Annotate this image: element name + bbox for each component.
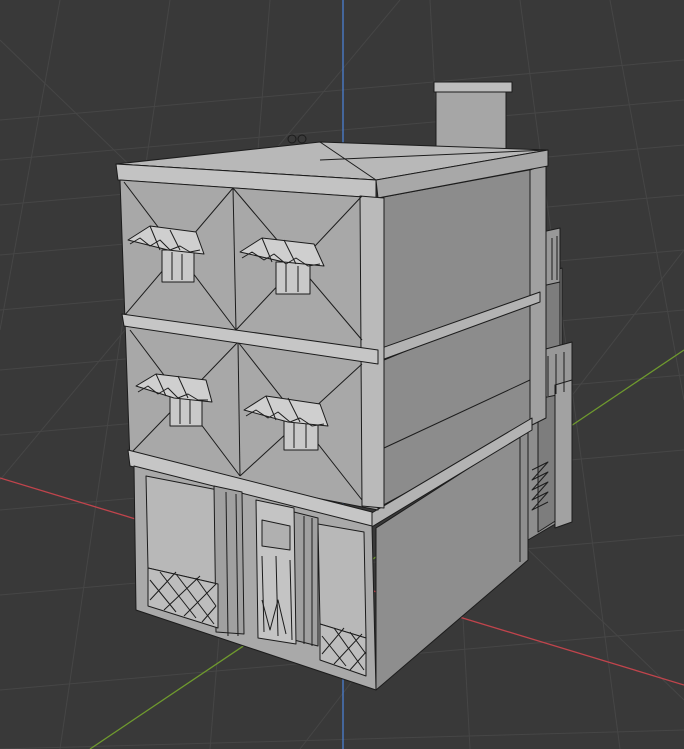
front-door[interactable] [255,499,297,645]
shop-window-right [317,523,367,639]
shop-window-left [145,475,219,585]
building-model[interactable] [115,81,573,691]
3d-viewport[interactable] [0,0,684,749]
roof-hook [287,134,307,144]
